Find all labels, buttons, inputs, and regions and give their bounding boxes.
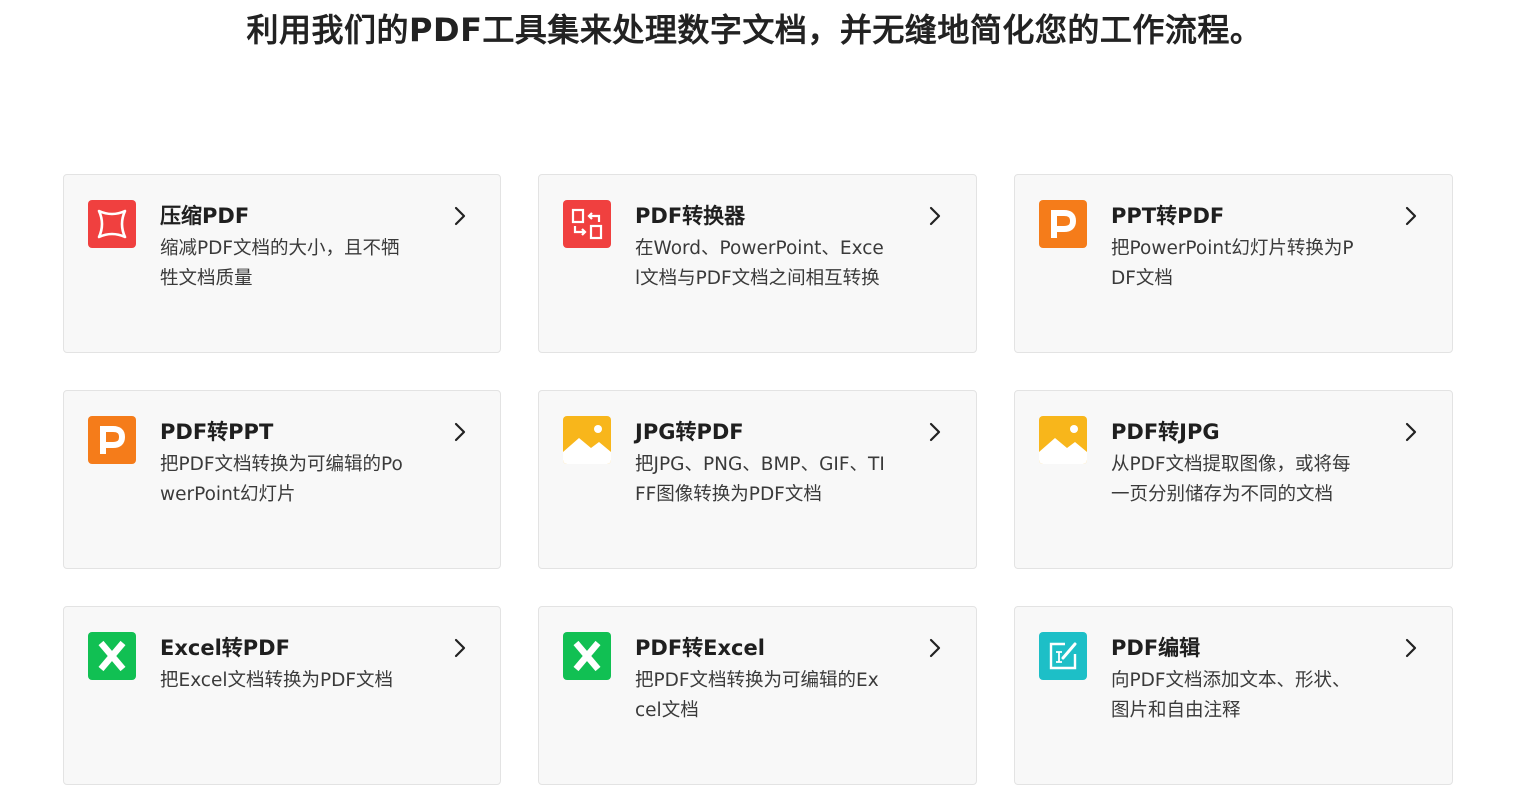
chevron-right-icon: [929, 206, 941, 226]
edit-icon: [1039, 632, 1087, 680]
chevron-right-icon: [929, 638, 941, 658]
card-description: 从PDF文档提取图像，或将每一页分别储存为不同的文档: [1111, 454, 1351, 505]
card-title: PDF转PPT: [160, 420, 274, 444]
card-title: 压缩PDF: [160, 204, 250, 228]
tool-card-compress-pdf[interactable]: 压缩PDF 缩减PDF文档的大小，且不牺牲文档质量: [63, 174, 501, 353]
excel-icon: [563, 632, 611, 680]
chevron-right-icon: [454, 422, 466, 442]
card-title: Excel转PDF: [160, 636, 290, 660]
page-headline: 利用我们的PDF工具集来处理数字文档，并无缝地简化您的工作流程。: [246, 11, 1263, 49]
card-title: PDF转Excel: [635, 636, 765, 660]
tool-card-ppt-to-pdf[interactable]: PPT转PDF 把PowerPoint幻灯片转换为PDF文档: [1014, 174, 1453, 353]
card-description: 在Word、PowerPoint、Excel文档与PDF文档之间相互转换: [635, 238, 884, 289]
card-description: 把PDF文档转换为可编辑的PowerPoint幻灯片: [160, 454, 403, 505]
chevron-right-icon: [454, 638, 466, 658]
card-description: 把PowerPoint幻灯片转换为PDF文档: [1111, 238, 1354, 289]
chevron-right-icon: [929, 422, 941, 442]
convert-icon: [563, 200, 611, 248]
card-description: 把Excel文档转换为PDF文档: [160, 670, 394, 691]
tool-card-pdf-converter[interactable]: PDF转换器 在Word、PowerPoint、Excel文档与PDF文档之间相…: [538, 174, 977, 353]
tool-card-jpg-to-pdf[interactable]: JPG转PDF 把JPG、PNG、BMP、GIF、TIFF图像转换为PDF文档: [538, 390, 977, 569]
card-description: 缩减PDF文档的大小，且不牺牲文档质量: [160, 238, 400, 289]
card-title: PDF转换器: [635, 204, 746, 228]
card-description: 把PDF文档转换为可编辑的Excel文档: [635, 670, 879, 721]
powerpoint-icon: [1039, 200, 1087, 248]
tool-card-pdf-edit[interactable]: PDF编辑 向PDF文档添加文本、形状、图片和自由注释: [1014, 606, 1453, 785]
tool-card-pdf-to-ppt[interactable]: PDF转PPT 把PDF文档转换为可编辑的PowerPoint幻灯片: [63, 390, 501, 569]
card-description: 向PDF文档添加文本、形状、图片和自由注释: [1111, 670, 1351, 721]
tool-card-excel-to-pdf[interactable]: Excel转PDF 把Excel文档转换为PDF文档: [63, 606, 501, 785]
tool-card-pdf-to-jpg[interactable]: PDF转JPG 从PDF文档提取图像，或将每一页分别储存为不同的文档: [1014, 390, 1453, 569]
card-title: PPT转PDF: [1111, 204, 1225, 228]
image-icon: [563, 416, 611, 464]
tool-card-pdf-to-excel[interactable]: PDF转Excel 把PDF文档转换为可编辑的Excel文档: [538, 606, 977, 785]
chevron-right-icon: [1405, 206, 1417, 226]
card-title: JPG转PDF: [635, 420, 744, 444]
tool-grid: 压缩PDF 缩减PDF文档的大小，且不牺牲文档质量 PDF转换器 在Word、P…: [63, 174, 1453, 785]
card-description: 把JPG、PNG、BMP、GIF、TIFF图像转换为PDF文档: [635, 454, 885, 505]
compress-icon: [88, 200, 136, 248]
chevron-right-icon: [454, 206, 466, 226]
chevron-right-icon: [1405, 422, 1417, 442]
card-title: PDF转JPG: [1111, 420, 1220, 444]
image-icon: [1039, 416, 1087, 464]
powerpoint-icon: [88, 416, 136, 464]
card-title: PDF编辑: [1111, 636, 1201, 660]
chevron-right-icon: [1405, 638, 1417, 658]
excel-icon: [88, 632, 136, 680]
tools-page: 利用我们的PDF工具集来处理数字文档，并无缝地简化您的工作流程。 压缩PDF 缩…: [0, 0, 1519, 803]
